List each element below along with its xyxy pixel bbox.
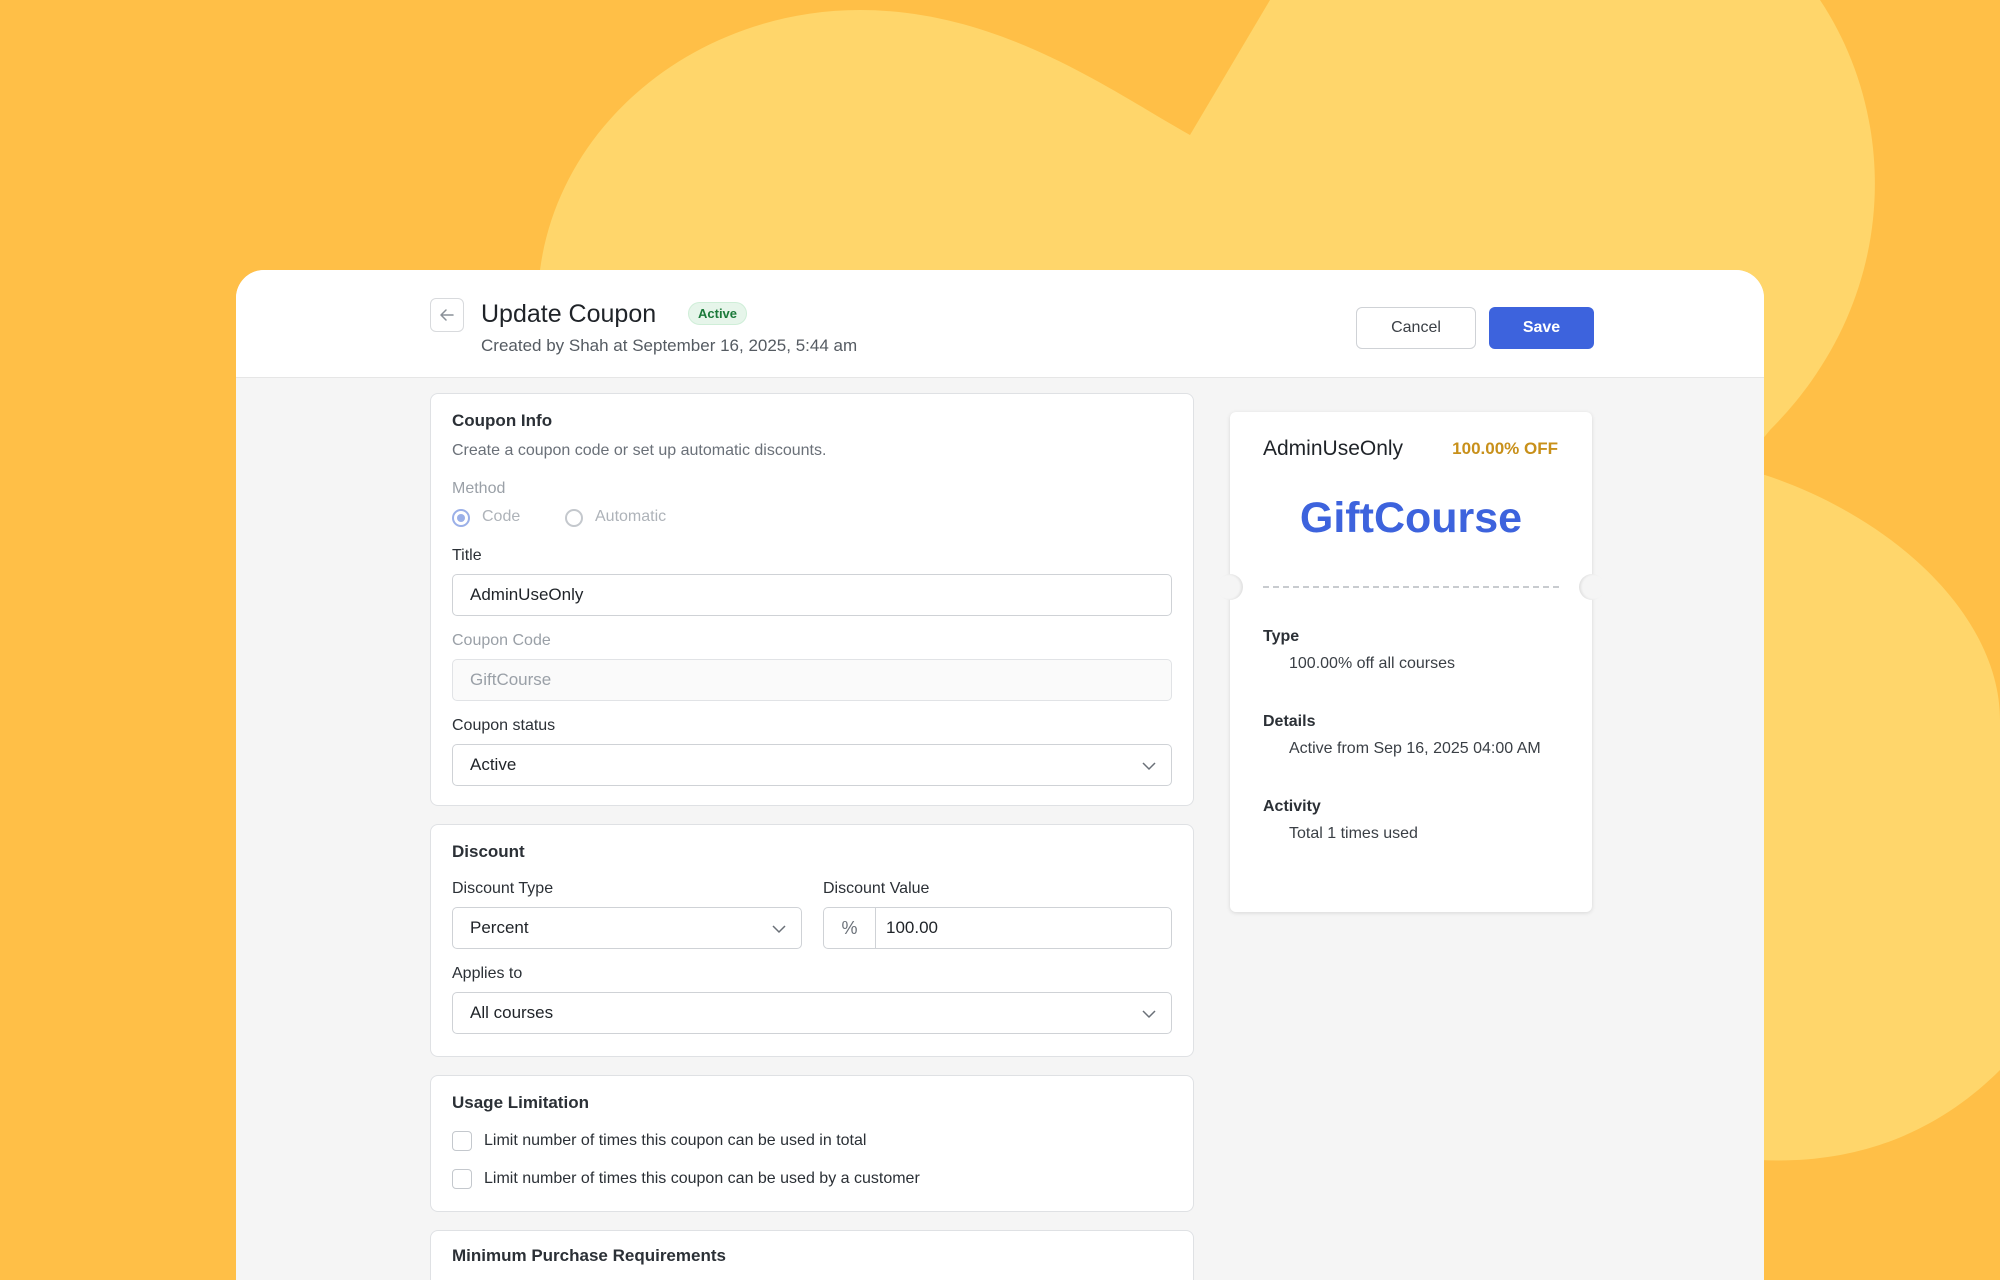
coupon-code-label: Coupon Code xyxy=(452,632,551,649)
discount-type-label: Discount Type xyxy=(452,880,554,897)
method-label: Method xyxy=(452,480,506,497)
coupon-info-subtitle: Create a coupon code or set up automatic… xyxy=(452,442,827,459)
discount-title: Discount xyxy=(452,842,525,861)
usage-limitation-title: Usage Limitation xyxy=(452,1093,589,1112)
coupon-status-label: Coupon status xyxy=(452,717,556,734)
ticket-type-value: 100.00% off all courses xyxy=(1289,655,1456,672)
ticket-activity-label: Activity xyxy=(1263,798,1321,815)
title-input[interactable]: AdminUseOnly xyxy=(452,574,1172,616)
usage-limitation-card: Usage Limitation Limit number of times t… xyxy=(430,1075,1194,1212)
ticket-details-label: Details xyxy=(1263,713,1316,730)
limit-total-checkbox[interactable] xyxy=(452,1131,472,1151)
arrow-left-icon xyxy=(440,309,454,321)
chevron-down-icon xyxy=(1142,1010,1156,1019)
applies-to-select[interactable]: All courses xyxy=(452,992,1172,1034)
coupon-info-card: Coupon Info Create a coupon code or set … xyxy=(430,393,1194,806)
method-automatic-radio[interactable] xyxy=(565,509,583,527)
back-button[interactable] xyxy=(430,298,464,332)
discount-value-label: Discount Value xyxy=(823,880,930,897)
method-code-radio[interactable] xyxy=(452,509,470,527)
status-badge: Active xyxy=(688,302,748,325)
chevron-down-icon xyxy=(1142,762,1156,771)
limit-total-label: Limit number of times this coupon can be… xyxy=(484,1132,867,1149)
page-title: Update Coupon xyxy=(481,300,657,328)
ticket-notch-right xyxy=(1579,574,1605,600)
method-automatic-label: Automatic xyxy=(595,508,667,525)
percent-prefix: % xyxy=(823,907,875,949)
discount-value-input[interactable]: 100.00 xyxy=(875,907,1172,949)
save-button[interactable]: Save xyxy=(1489,307,1594,349)
coupon-status-value: Active xyxy=(470,755,517,774)
chevron-down-icon xyxy=(772,925,786,934)
discount-card: Discount Discount Type Percent Discount … xyxy=(430,824,1194,1057)
cancel-button[interactable]: Cancel xyxy=(1356,307,1476,349)
title-label: Title xyxy=(452,547,482,564)
coupon-status-select[interactable]: Active xyxy=(452,744,1172,786)
method-code-label: Code xyxy=(482,508,521,525)
discount-type-select[interactable]: Percent xyxy=(452,907,802,949)
minimum-purchase-card: Minimum Purchase Requirements xyxy=(430,1230,1194,1280)
coupon-editor-window: Update Coupon Active Created by Shah at … xyxy=(236,270,1764,1280)
ticket-discount: 100.00% OFF xyxy=(1452,439,1558,458)
discount-type-value: Percent xyxy=(470,918,529,937)
created-by-text: Created by Shah at September 16, 2025, 5… xyxy=(481,336,858,355)
ticket-code: GiftCourse xyxy=(1299,494,1523,542)
coupon-info-title: Coupon Info xyxy=(452,411,553,430)
limit-customer-label: Limit number of times this coupon can be… xyxy=(484,1170,920,1187)
limit-customer-checkbox[interactable] xyxy=(452,1169,472,1189)
applies-to-value: All courses xyxy=(470,1003,554,1022)
ticket-type-label: Type xyxy=(1263,628,1300,645)
page-header: Update Coupon Active Created by Shah at … xyxy=(236,270,1764,378)
ticket-title: AdminUseOnly xyxy=(1263,437,1404,460)
coupon-preview-ticket: AdminUseOnly 100.00% OFF GiftCourse Type… xyxy=(1217,412,1605,912)
applies-to-label: Applies to xyxy=(452,965,523,982)
ticket-notch-left xyxy=(1217,574,1243,600)
coupon-code-input[interactable]: GiftCourse xyxy=(452,659,1172,701)
minimum-purchase-title: Minimum Purchase Requirements xyxy=(452,1246,726,1265)
ticket-details-value: Active from Sep 16, 2025 04:00 AM xyxy=(1289,740,1541,757)
ticket-activity-value: Total 1 times used xyxy=(1289,825,1418,842)
ticket-divider xyxy=(1263,586,1559,588)
